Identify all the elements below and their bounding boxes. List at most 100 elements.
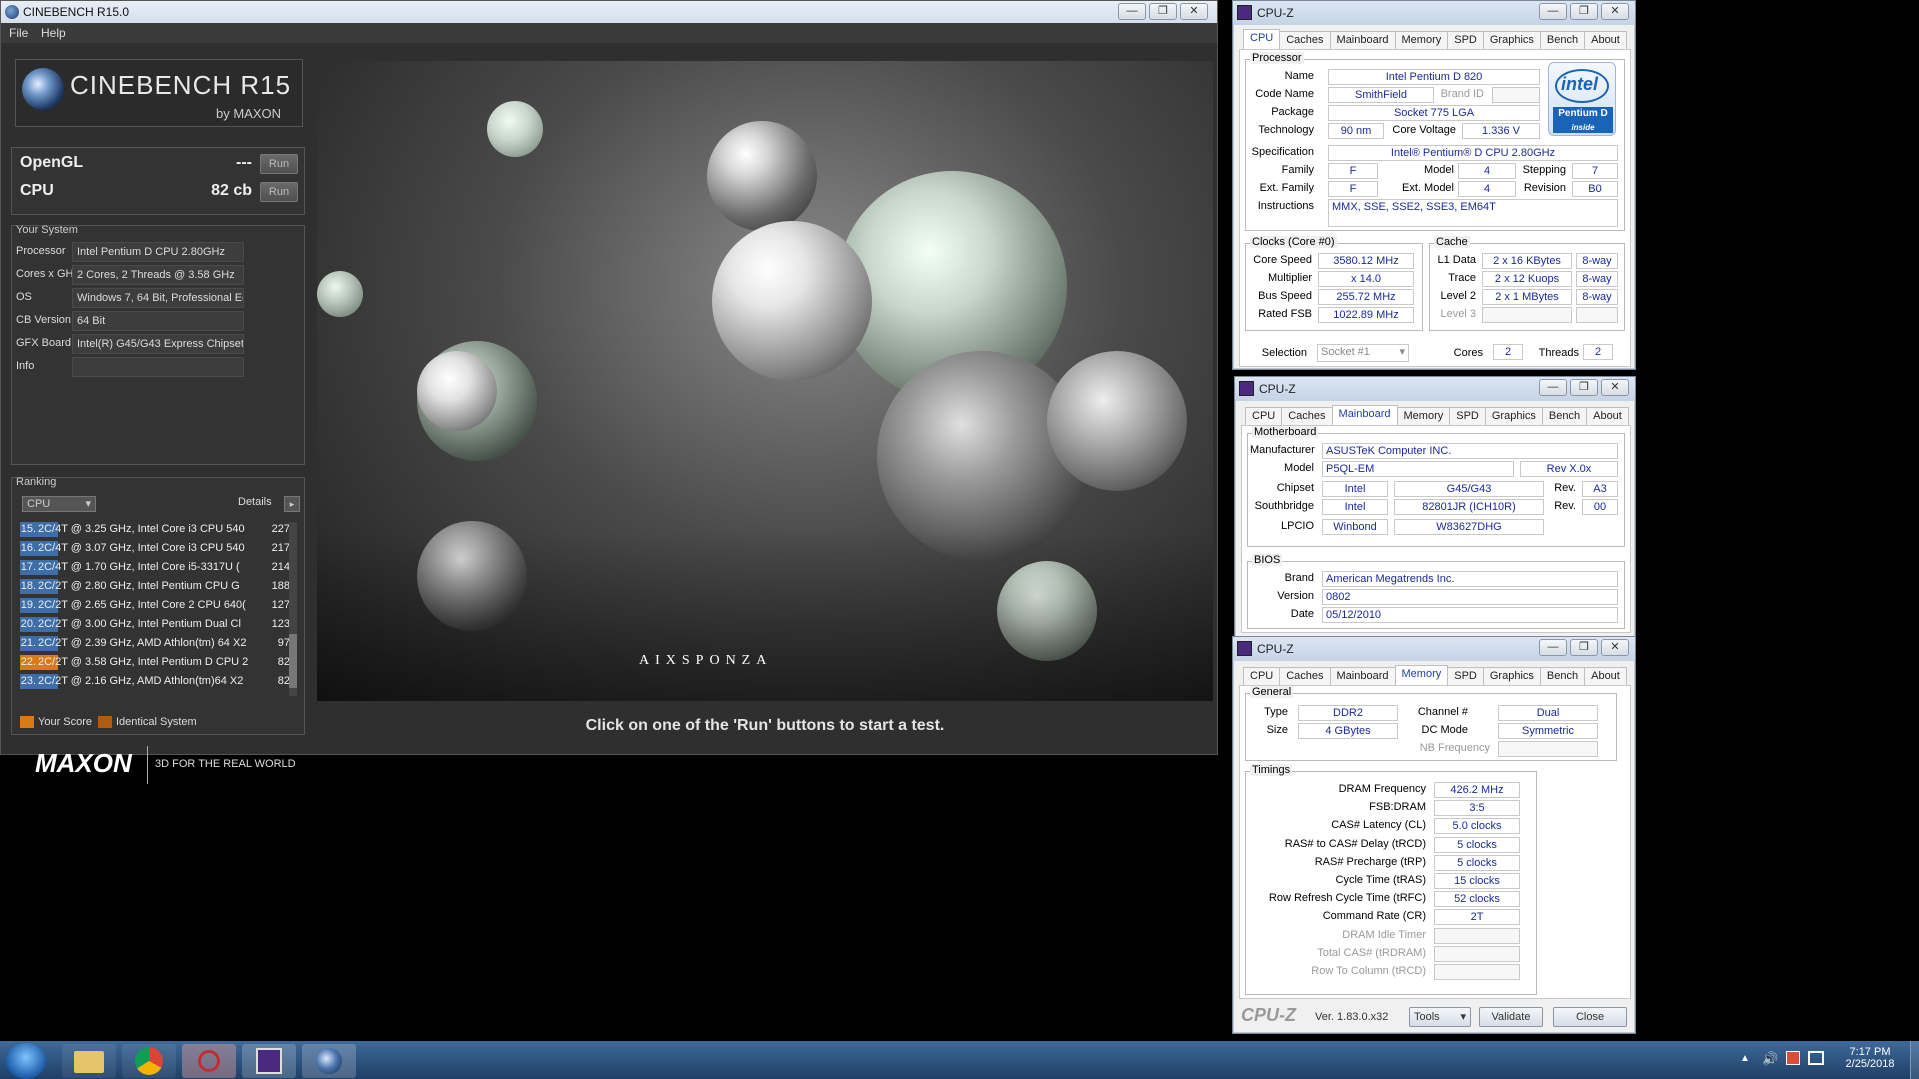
your-system-panel: Your System Processor Intel Pentium D CPU… [11, 224, 305, 465]
tab-spd[interactable]: SPD [1447, 667, 1484, 685]
tab-mainboard[interactable]: Mainboard [1329, 667, 1396, 685]
speaker-icon[interactable]: 🔊 [1762, 1051, 1778, 1067]
system-label: GFX Board [16, 337, 72, 349]
timing-label: Cycle Time (tRAS) [1335, 874, 1426, 886]
close-button[interactable]: ✕ [1180, 3, 1208, 20]
threads-label: Threads [1538, 347, 1579, 359]
menu-file[interactable]: File [9, 26, 28, 40]
tab-spd[interactable]: SPD [1449, 407, 1486, 425]
timing-label: RAS# Precharge (tRP) [1314, 855, 1426, 868]
threads-value: 2 [1583, 344, 1613, 360]
details-label[interactable]: Details [238, 496, 272, 508]
maximize-button[interactable]: ❐ [1149, 3, 1177, 20]
chipset-vendor: Intel [1322, 481, 1388, 497]
minimize-button[interactable]: — [1539, 3, 1567, 20]
minimize-button[interactable]: — [1539, 639, 1567, 656]
cpuz-titlebar[interactable]: CPU-Z — ❐ ✕ [1235, 377, 1635, 401]
ranking-row[interactable]: 22. 2C/2T @ 3.58 GHz, Intel Pentium D CPU… [20, 653, 290, 672]
identical-system-swatch [98, 716, 112, 728]
revision-label: Revision [1523, 182, 1566, 194]
tab-mainboard[interactable]: Mainboard [1329, 31, 1396, 49]
tab-cpu[interactable]: CPU [1243, 29, 1281, 49]
action-center-icon[interactable] [1786, 1051, 1800, 1065]
tab-memory[interactable]: Memory [1394, 665, 1449, 685]
processor-group: Processor Name Intel Pentium D 820 Code … [1245, 52, 1625, 231]
start-button[interactable] [6, 1043, 46, 1079]
tab-graphics[interactable]: Graphics [1482, 31, 1541, 49]
taskbar-explorer[interactable] [62, 1044, 116, 1078]
tab-bench[interactable]: Bench [1539, 31, 1586, 49]
minimize-button[interactable]: — [1539, 379, 1567, 396]
tab-memory[interactable]: Memory [1394, 31, 1449, 49]
channel-label: Channel # [1417, 706, 1468, 718]
ranking-row[interactable]: 20. 2C/2T @ 3.00 GHz, Intel Pentium Dual … [20, 615, 290, 634]
ranking-row[interactable]: 21. 2C/2T @ 2.39 GHz, AMD Athlon(tm) 64 X… [20, 634, 290, 653]
minimize-button[interactable]: — [1118, 3, 1146, 20]
network-icon[interactable] [1808, 1051, 1824, 1065]
ranking-rank: 17. [20, 561, 36, 573]
maximize-button[interactable]: ❐ [1570, 639, 1598, 656]
tab-mainboard[interactable]: Mainboard [1331, 405, 1398, 425]
ranking-row[interactable]: 23. 2C/2T @ 2.16 GHz, AMD Athlon(tm)64 X2… [20, 672, 290, 691]
ranking-row[interactable]: 17. 2C/4T @ 1.70 GHz, Intel Core i5-3317U… [20, 558, 290, 577]
taskbar-snipping-tool[interactable] [182, 1044, 236, 1078]
tab-spd[interactable]: SPD [1447, 31, 1484, 49]
tab-graphics[interactable]: Graphics [1482, 667, 1541, 685]
ranking-score: 127 [271, 599, 290, 611]
close-button[interactable]: ✕ [1601, 3, 1629, 20]
brandid-value [1492, 87, 1540, 103]
ranking-row[interactable]: 19. 2C/2T @ 2.65 GHz, Intel Core 2 CPU 64… [20, 596, 290, 615]
maxon-logo: MAXON [35, 748, 132, 778]
close-button[interactable]: ✕ [1601, 639, 1629, 656]
ranking-rank: 19. [20, 599, 36, 611]
tab-about[interactable]: About [1584, 667, 1627, 685]
system-label: Processor [16, 245, 66, 257]
cpu-run-button[interactable]: Run [260, 182, 298, 202]
intel-logo-text: intel [1561, 74, 1599, 94]
selection-dropdown[interactable]: Socket #1 ▾ [1317, 344, 1409, 362]
close-button[interactable]: ✕ [1601, 379, 1629, 396]
tab-cpu[interactable]: CPU [1243, 667, 1281, 685]
tray-up-arrow-icon[interactable]: ▲ [1740, 1053, 1750, 1064]
tab-caches[interactable]: Caches [1279, 31, 1331, 49]
show-desktop-button[interactable] [1910, 1041, 1919, 1079]
cores-value: 2 [1493, 344, 1523, 360]
menu-help[interactable]: Help [41, 26, 66, 40]
taskbar-cinebench[interactable] [302, 1044, 356, 1078]
render-preview: AIXSPONZA [317, 61, 1213, 701]
cinebench-titlebar[interactable]: CINEBENCH R15.0 — ❐ ✕ [1, 1, 1217, 23]
ranking-scrollbar-thumb[interactable] [289, 634, 297, 688]
timing-value: 5 clocks [1434, 836, 1520, 853]
cpuz-titlebar[interactable]: CPU-Z — ❐ ✕ [1233, 1, 1635, 25]
tab-graphics[interactable]: Graphics [1484, 407, 1543, 425]
opengl-run-button[interactable]: Run [260, 154, 298, 174]
ranking-select[interactable]: CPU ▾ [22, 496, 96, 512]
ranking-row[interactable]: 16. 2C/4T @ 3.07 GHz, Intel Core i3 CPU 5… [20, 539, 290, 558]
close-cpuz-button[interactable]: Close [1553, 1007, 1627, 1027]
bios-group-label: BIOS [1252, 554, 1283, 566]
render-floor [317, 531, 1213, 701]
cpu-score: 82 cb [211, 182, 252, 199]
ranking-row[interactable]: 15. 2C/4T @ 3.25 GHz, Intel Core i3 CPU 5… [20, 520, 290, 539]
details-arrow-icon[interactable]: ▸ [284, 496, 300, 512]
tab-caches[interactable]: Caches [1281, 407, 1333, 425]
chipset-value: G45/G43 [1394, 481, 1544, 497]
cpuz-titlebar[interactable]: CPU-Z — ❐ ✕ [1233, 637, 1635, 661]
tab-bench[interactable]: Bench [1541, 407, 1588, 425]
maximize-button[interactable]: ❐ [1570, 379, 1598, 396]
tab-caches[interactable]: Caches [1279, 667, 1331, 685]
validate-button[interactable]: Validate [1479, 1007, 1543, 1027]
ranking-rank: 15. [20, 523, 36, 535]
taskbar-chrome[interactable] [122, 1044, 176, 1078]
maximize-button[interactable]: ❐ [1570, 3, 1598, 20]
taskbar-clock[interactable]: 7:17 PM 2/25/2018 [1832, 1046, 1908, 1070]
tab-memory[interactable]: Memory [1396, 407, 1451, 425]
tab-bench[interactable]: Bench [1539, 667, 1586, 685]
ranking-scrollbar[interactable] [289, 522, 297, 696]
tools-button[interactable]: Tools ▾ [1409, 1007, 1471, 1027]
tab-about[interactable]: About [1586, 407, 1629, 425]
tab-about[interactable]: About [1584, 31, 1627, 49]
tab-cpu[interactable]: CPU [1245, 407, 1283, 425]
ranking-row[interactable]: 18. 2C/2T @ 2.80 GHz, Intel Pentium CPU G… [20, 577, 290, 596]
taskbar-cpuz[interactable] [242, 1044, 296, 1078]
